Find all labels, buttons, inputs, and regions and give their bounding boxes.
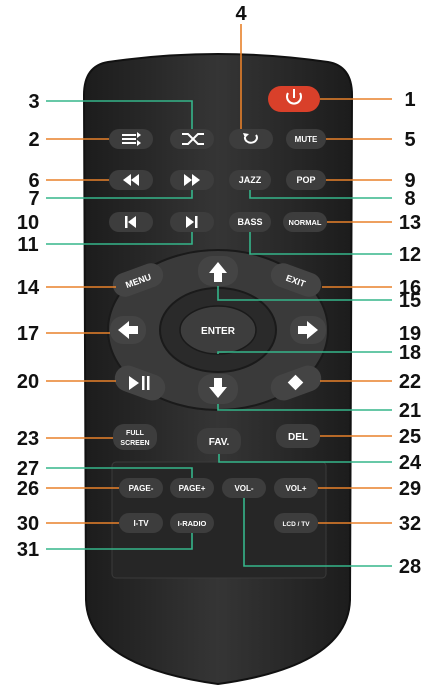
shuffle-button[interactable]: [170, 129, 214, 149]
fast-forward-button[interactable]: [170, 170, 214, 190]
enter-label: ENTER: [201, 326, 236, 337]
pop-label: POP: [296, 175, 315, 185]
down-button[interactable]: [198, 374, 238, 404]
itv-button[interactable]: I-TV: [119, 513, 163, 533]
itv-label: I-TV: [133, 519, 149, 528]
repeat-button[interactable]: [229, 129, 273, 149]
callout-10: 10: [17, 212, 39, 234]
bass-button[interactable]: BASS: [229, 212, 271, 232]
callout-18: 18: [399, 342, 421, 364]
callout-9: 9: [404, 170, 415, 192]
fav-label: FAV.: [209, 437, 230, 448]
callout-27: 27: [17, 458, 39, 480]
page-minus-label: PAGE-: [129, 484, 154, 493]
mute-label: MUTE: [295, 135, 318, 144]
callout-25: 25: [399, 426, 421, 448]
callout-1: 1: [404, 89, 415, 111]
fullscreen-label-line1: FULL: [126, 430, 145, 437]
remote-control-diagram: MUTE JAZZ POP BASS NORMAL MENU EXIT ENTE…: [17, 3, 422, 686]
callout-28: 28: [399, 556, 421, 578]
callout-29: 29: [399, 478, 421, 500]
del-button[interactable]: DEL: [276, 424, 320, 448]
callout-5: 5: [404, 129, 415, 151]
skip-previous-button[interactable]: [109, 212, 153, 232]
callout-30: 30: [17, 513, 39, 535]
power-button[interactable]: [268, 86, 320, 112]
callout-23: 23: [17, 428, 39, 450]
callout-26: 26: [17, 478, 39, 500]
fav-button[interactable]: FAV.: [197, 428, 241, 454]
callout-24: 24: [399, 452, 422, 474]
callout-22: 22: [399, 371, 421, 393]
iradio-label: I-RADIO: [178, 519, 207, 528]
page-plus-label: PAGE+: [179, 484, 206, 493]
jazz-label: JAZZ: [239, 175, 262, 185]
normal-button[interactable]: NORMAL: [283, 212, 327, 232]
rewind-button[interactable]: [109, 170, 153, 190]
playlist-button[interactable]: [109, 129, 153, 149]
enter-button[interactable]: ENTER: [179, 305, 257, 355]
callout-19: 19: [399, 323, 421, 345]
vol-minus-label: VOL-: [234, 484, 253, 493]
bass-label: BASS: [237, 217, 262, 227]
callout-3: 3: [28, 91, 39, 113]
lcd-tv-label: LCD / TV: [282, 521, 310, 528]
vol-plus-button[interactable]: VOL+: [274, 478, 318, 498]
up-button[interactable]: [198, 256, 238, 286]
vol-minus-button[interactable]: VOL-: [222, 478, 266, 498]
callout-13: 13: [399, 212, 421, 234]
callout-14: 14: [17, 277, 40, 299]
callout-31: 31: [17, 539, 39, 561]
callout-20: 20: [17, 371, 39, 393]
callout-32: 32: [399, 513, 421, 535]
right-button[interactable]: [290, 316, 326, 344]
callout-17: 17: [17, 323, 39, 345]
callout-7: 7: [28, 188, 39, 210]
mute-button[interactable]: MUTE: [286, 129, 326, 149]
del-label: DEL: [288, 432, 308, 443]
left-button[interactable]: [110, 316, 146, 344]
callout-4: 4: [235, 3, 247, 25]
vol-plus-label: VOL+: [285, 484, 306, 493]
fullscreen-label-line2: SCREEN: [120, 440, 149, 447]
page-minus-button[interactable]: PAGE-: [119, 478, 163, 498]
jazz-button[interactable]: JAZZ: [229, 170, 271, 190]
page-plus-button[interactable]: PAGE+: [170, 478, 214, 498]
skip-next-button[interactable]: [170, 212, 214, 232]
callout-21: 21: [399, 400, 421, 422]
iradio-button[interactable]: I-RADIO: [170, 513, 214, 533]
normal-label: NORMAL: [289, 218, 322, 227]
fullscreen-button[interactable]: FULL SCREEN: [113, 424, 157, 450]
pop-button[interactable]: POP: [286, 170, 326, 190]
callout-16: 16: [399, 277, 421, 299]
callout-11: 11: [17, 234, 38, 256]
callout-2: 2: [28, 129, 39, 151]
callout-12: 12: [399, 244, 421, 266]
lcd-tv-button[interactable]: LCD / TV: [274, 513, 318, 533]
